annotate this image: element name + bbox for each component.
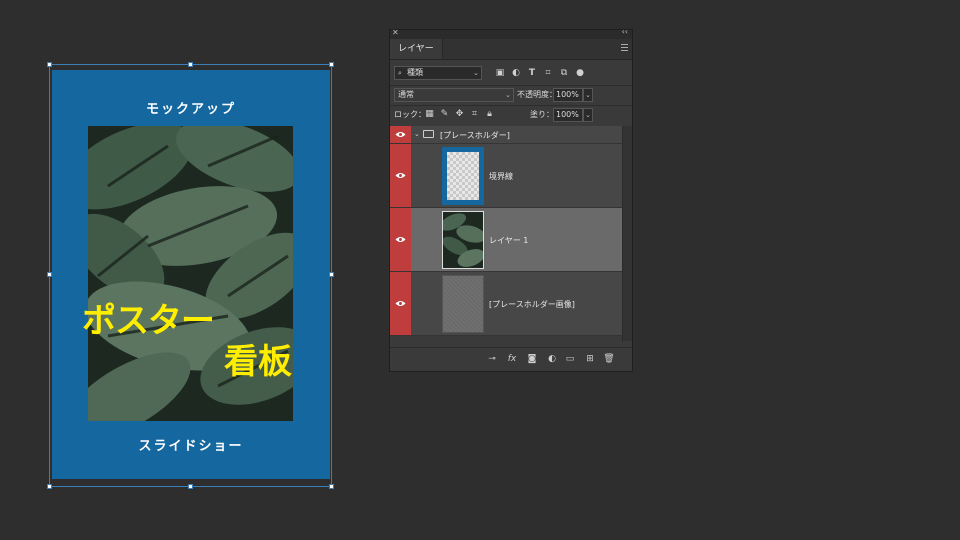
opacity-dropdown-icon[interactable]: ⌄ <box>583 88 593 102</box>
close-icon[interactable]: ✕ <box>392 28 399 37</box>
chevron-down-icon[interactable]: ⌄ <box>414 130 420 138</box>
transform-handle-left[interactable] <box>47 272 52 277</box>
transform-handle-bottom[interactable] <box>188 484 193 489</box>
adjustment-filter-icon[interactable]: ◐ <box>510 67 522 79</box>
transform-handle-bottom-left[interactable] <box>47 484 52 489</box>
smart-object-filter-icon[interactable]: ⧉ <box>558 67 570 79</box>
filter-kind-select[interactable]: ⌕ 種類 ⌄ <box>394 66 482 80</box>
tab-layers[interactable]: レイヤー <box>390 39 443 59</box>
panel-footer: ⊸ fx ◙ ◐ ▭ ⊞ 🗑︎ <box>390 347 632 371</box>
layer-row-layer-1[interactable]: レイヤー 1 <box>390 208 622 272</box>
layer-row-placeholder-group[interactable]: ⌄ [プレースホルダー] <box>390 126 622 144</box>
chevron-down-icon: ⌄ <box>473 69 479 77</box>
blend-mode-select[interactable]: 通常 ⌄ <box>394 88 514 102</box>
headline-signboard: 看板 <box>224 342 292 382</box>
trash-icon[interactable]: 🗑︎ <box>603 353 615 365</box>
panel-menu-icon[interactable] <box>621 44 628 52</box>
blend-row: 通常 ⌄ 不透明度： 100% ⌄ <box>390 85 632 104</box>
lock-row: ロック： ▦ ✎ ✥ ⌗ 🔒︎ 塗り： 100% ⌄ <box>390 105 632 124</box>
lock-transparent-icon[interactable]: ▦ <box>424 109 435 120</box>
eye-icon <box>395 301 406 306</box>
chevron-down-icon: ⌄ <box>505 91 511 99</box>
link-layers-icon[interactable]: ⊸ <box>486 353 498 365</box>
image-filter-icon[interactable]: ▣ <box>494 67 506 79</box>
visibility-toggle[interactable] <box>390 126 411 143</box>
blend-mode-value: 通常 <box>398 90 414 99</box>
eye-icon <box>395 173 406 178</box>
layer-name[interactable]: 境界線 <box>489 171 513 182</box>
shape-filter-icon[interactable]: ⌗ <box>542 67 554 79</box>
filter-kind-label: 種類 <box>407 68 423 77</box>
layer-thumbnail <box>442 211 484 269</box>
collapse-icon[interactable]: ‹‹ <box>622 27 628 36</box>
type-filter-icon[interactable]: T <box>526 67 538 79</box>
poster-canvas[interactable]: モックアップ ポスター 看板 スライドショー <box>52 70 330 479</box>
eye-icon <box>395 237 406 242</box>
search-icon: ⌕ <box>398 69 402 77</box>
headline-poster: ポスター <box>82 301 215 341</box>
transform-handle-top-left[interactable] <box>47 62 52 67</box>
layer-row-border[interactable]: 境界線 <box>390 144 622 208</box>
lock-image-icon[interactable]: ✎ <box>439 109 450 120</box>
layers-panel: ✕ ‹‹ レイヤー ⌕ 種類 ⌄ ▣ ◐ T ⌗ ⧉ ● 通常 ⌄ 不透明度： … <box>389 27 633 372</box>
visibility-toggle[interactable] <box>390 144 411 207</box>
layer-thumbnail <box>442 275 484 333</box>
transform-handle-right[interactable] <box>329 272 334 277</box>
fx-icon[interactable]: fx <box>506 353 518 365</box>
lock-artboard-icon[interactable]: ⌗ <box>469 109 480 120</box>
layer-name[interactable]: [プレースホルダー] <box>440 130 510 141</box>
transform-handle-top[interactable] <box>188 62 193 67</box>
panel-tab-bar: レイヤー <box>390 39 632 60</box>
new-layer-icon[interactable]: ⊞ <box>584 353 596 365</box>
panel-title-bar[interactable]: ✕ ‹‹ <box>390 27 632 39</box>
layer-name[interactable]: レイヤー 1 <box>489 235 528 246</box>
visibility-toggle[interactable] <box>390 272 411 335</box>
add-mask-icon[interactable]: ◙ <box>526 353 538 365</box>
filter-row: ⌕ 種類 ⌄ ▣ ◐ T ⌗ ⧉ ● <box>390 63 632 83</box>
poster-top-text: モックアップ <box>145 102 236 117</box>
layer-name[interactable]: [プレースホルダー画像] <box>489 299 575 310</box>
visibility-toggle[interactable] <box>390 208 411 271</box>
lock-label: ロック： <box>394 110 426 119</box>
lock-all-icon[interactable]: 🔒︎ <box>484 109 495 120</box>
new-group-icon[interactable]: ▭ <box>564 353 576 365</box>
layers-list: ⌄ [プレースホルダー] 境界線 レイヤー 1 [プレースホルダー画像] <box>390 126 622 341</box>
layer-row-placeholder-image[interactable]: [プレースホルダー画像] <box>390 272 622 336</box>
fill-dropdown-icon[interactable]: ⌄ <box>583 108 593 122</box>
layer-thumbnail <box>442 147 484 205</box>
lock-position-icon[interactable]: ✥ <box>454 109 465 120</box>
opacity-label: 不透明度： <box>517 90 557 99</box>
opacity-input[interactable]: 100% <box>553 88 583 102</box>
folder-icon <box>423 130 434 138</box>
poster-bottom-text: スライドショー <box>138 439 244 454</box>
transform-handle-bottom-right[interactable] <box>329 484 334 489</box>
eye-icon <box>395 132 406 137</box>
fill-input[interactable]: 100% <box>553 108 583 122</box>
layers-scrollbar[interactable] <box>622 126 632 341</box>
fill-label: 塗り： <box>530 110 554 119</box>
transform-handle-top-right[interactable] <box>329 62 334 67</box>
adjustment-layer-icon[interactable]: ◐ <box>546 353 558 365</box>
filter-toggle-icon[interactable]: ● <box>574 67 586 79</box>
